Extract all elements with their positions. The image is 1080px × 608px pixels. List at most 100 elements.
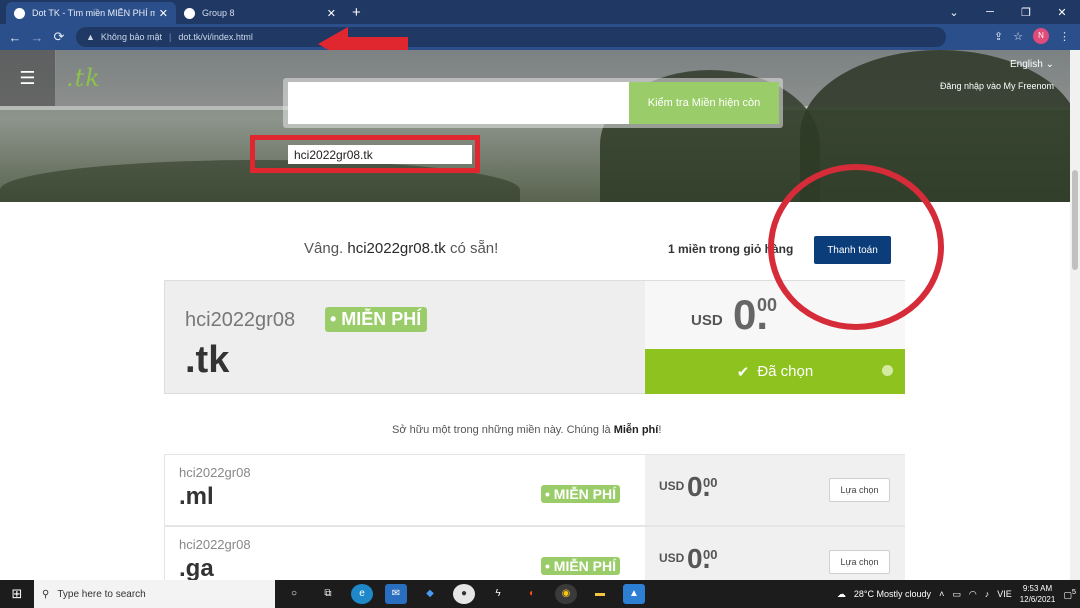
price-panel: USD 0. 00 Lựa chọn xyxy=(645,455,905,525)
annotation-rectangle xyxy=(250,135,480,173)
mail-icon[interactable]: ✉ xyxy=(385,584,407,604)
messenger-icon[interactable]: ● xyxy=(453,584,475,604)
check-availability-button[interactable]: Kiểm tra Miền hiện còn xyxy=(629,82,779,124)
wifi-icon[interactable]: ◠ xyxy=(969,589,977,600)
availability-suffix: có sẵn! xyxy=(449,240,499,257)
language-selector[interactable]: English ⌄ xyxy=(1010,59,1054,70)
clock-time: 9:53 AM xyxy=(1022,584,1053,593)
browser-toolbar: ← → ⟳ ▲ Không bảo mật | dot.tk/vi/index.… xyxy=(0,24,1080,50)
dropbox-icon[interactable]: ◆ xyxy=(419,584,441,604)
bookmark-star-icon[interactable]: ☆ xyxy=(1013,30,1023,43)
hamburger-menu-icon[interactable]: ☰ xyxy=(0,50,56,106)
photos-icon[interactable]: ▲ xyxy=(623,584,645,604)
clock-date: 12/6/2021 xyxy=(1019,595,1056,604)
domain-sld: hci2022gr08 xyxy=(179,465,251,480)
availability-message: Vâng. hci2022gr08.tk có sẵn! xyxy=(304,240,498,257)
alternative-domain-row: hci2022gr08 .ml • MIỄN PHÍ USD 0. 00 Lựa… xyxy=(164,454,905,526)
taskbar-search[interactable]: ⚲ Type here to search xyxy=(34,580,275,608)
app-icon[interactable]: ϟ xyxy=(487,584,509,604)
language-label: English xyxy=(1010,59,1043,70)
warning-icon: ▲ xyxy=(86,32,95,42)
note-end: ! xyxy=(658,424,662,436)
domain-tld: .ga xyxy=(179,555,214,582)
security-label: Không bảo mật xyxy=(100,32,162,42)
price-currency: USD xyxy=(659,551,685,565)
task-view-icon[interactable]: ⧉ xyxy=(317,584,339,604)
domain-sld: hci2022gr08 xyxy=(179,537,251,552)
search-icon: ⚲ xyxy=(42,588,50,600)
tab-group-8[interactable]: Group 8 ✕ xyxy=(176,2,344,24)
price-cents: 00 xyxy=(703,475,718,490)
domain-name-panel: hci2022gr08 • MIỄN PHÍ .tk xyxy=(165,281,645,393)
new-tab-button[interactable]: + xyxy=(352,2,361,24)
search-box xyxy=(288,82,630,124)
close-window-button[interactable]: ✕ xyxy=(1044,6,1080,19)
free-badge: • MIỄN PHÍ xyxy=(325,307,428,332)
taskbar-apps: ○ ⧉ e ✉ ◆ ● ϟ ◐ ◉ ▬ ▲ xyxy=(283,584,645,604)
select-domain-button[interactable]: Lựa chọn xyxy=(829,478,890,502)
available-domain: hci2022gr08.tk xyxy=(347,240,446,257)
weather-text[interactable]: 28°C Mostly cloudy xyxy=(854,589,931,599)
reload-icon[interactable]: ⟳ xyxy=(48,29,70,45)
cortana-icon[interactable]: ○ xyxy=(283,584,305,604)
figma-icon[interactable]: ◐ xyxy=(521,584,543,604)
globe-icon xyxy=(184,7,195,19)
system-tray: ☁ 28°C Mostly cloudy ˄ ▭ ◠ ♪ VIE 9:53 AM… xyxy=(837,580,1076,608)
free-badge: • MIỄN PHÍ xyxy=(541,557,621,575)
notification-icon[interactable]: ▢5 xyxy=(1063,587,1076,601)
edge-icon[interactable]: e xyxy=(351,584,373,604)
back-icon[interactable]: ← xyxy=(4,30,26,45)
free-domains-note: Sở hữu một trong những miền này. Chúng l… xyxy=(392,424,661,436)
window-controls: ⌄ ─ ❐ ✕ xyxy=(936,0,1080,24)
input-language[interactable]: VIE xyxy=(997,589,1012,599)
tab-search-button[interactable]: ⌄ xyxy=(936,6,972,19)
select-domain-button[interactable]: Lựa chọn xyxy=(829,550,890,574)
taskbar-search-placeholder: Type here to search xyxy=(57,588,146,600)
note-bold: Miễn phí xyxy=(613,424,659,436)
domain-tld: .tk xyxy=(185,339,230,381)
minimize-button[interactable]: ─ xyxy=(972,6,1008,18)
close-tab-icon[interactable]: ✕ xyxy=(159,7,168,20)
price-cents: 00 xyxy=(757,295,778,315)
selected-status-label: Đã chọn xyxy=(757,363,814,380)
windows-start-icon[interactable]: ⊞ xyxy=(0,580,34,608)
note-text: Sở hữu một trong những miền này. Chúng l… xyxy=(392,424,611,436)
restore-button[interactable]: ❐ xyxy=(1008,6,1044,19)
login-link[interactable]: Đăng nhập vào My Freenom xyxy=(940,81,1054,91)
tab-dot-tk[interactable]: Dot TK - Tìm miền MIỄN PHÍ mới ✕ xyxy=(6,2,176,24)
notification-count: 5 xyxy=(1071,587,1076,596)
browser-tab-strip: Dot TK - Tìm miền MIỄN PHÍ mới ✕ Group 8… xyxy=(0,0,1080,24)
share-icon[interactable]: ⇪ xyxy=(994,30,1003,43)
more-menu-icon[interactable]: ⋮ xyxy=(1059,30,1070,43)
tab-title: Dot TK - Tìm miền MIỄN PHÍ mới xyxy=(32,8,155,18)
globe-icon xyxy=(14,7,25,19)
remove-icon[interactable] xyxy=(882,365,893,376)
price-currency: USD xyxy=(659,479,685,493)
scrollbar-thumb[interactable] xyxy=(1072,170,1078,270)
site-logo[interactable]: .tk xyxy=(66,64,101,92)
toolbar-right: ⇪ ☆ N ⋮ xyxy=(994,28,1070,44)
domain-sld: hci2022gr08 xyxy=(185,309,296,331)
availability-prefix: Vâng. xyxy=(304,240,344,257)
url-text: dot.tk/vi/index.html xyxy=(178,32,253,42)
checkmark-icon: ✔ xyxy=(736,363,750,381)
profile-avatar[interactable]: N xyxy=(1033,28,1049,44)
domain-tld: .ml xyxy=(179,483,214,510)
volume-icon[interactable]: ♪ xyxy=(985,589,990,599)
selected-status-button[interactable]: ✔ Đã chọn xyxy=(645,349,905,394)
price-cents: 00 xyxy=(703,547,718,562)
file-explorer-icon[interactable]: ▬ xyxy=(589,584,611,604)
chrome-icon[interactable]: ◉ xyxy=(555,584,577,604)
price-currency: USD xyxy=(691,312,723,329)
weather-icon[interactable]: ☁ xyxy=(837,589,846,600)
tab-title: Group 8 xyxy=(202,8,235,18)
free-badge: • MIỄN PHÍ xyxy=(541,485,621,503)
clock[interactable]: 9:53 AM 12/6/2021 xyxy=(1020,583,1056,605)
battery-icon[interactable]: ▭ xyxy=(952,589,961,600)
forward-icon[interactable]: → xyxy=(26,30,48,45)
separator: | xyxy=(168,32,172,42)
page-scrollbar[interactable] xyxy=(1070,50,1080,580)
address-bar[interactable]: ▲ Không bảo mật | dot.tk/vi/index.html xyxy=(76,27,946,47)
show-hidden-icons[interactable]: ˄ xyxy=(939,589,944,599)
close-tab-icon[interactable]: ✕ xyxy=(327,7,336,20)
